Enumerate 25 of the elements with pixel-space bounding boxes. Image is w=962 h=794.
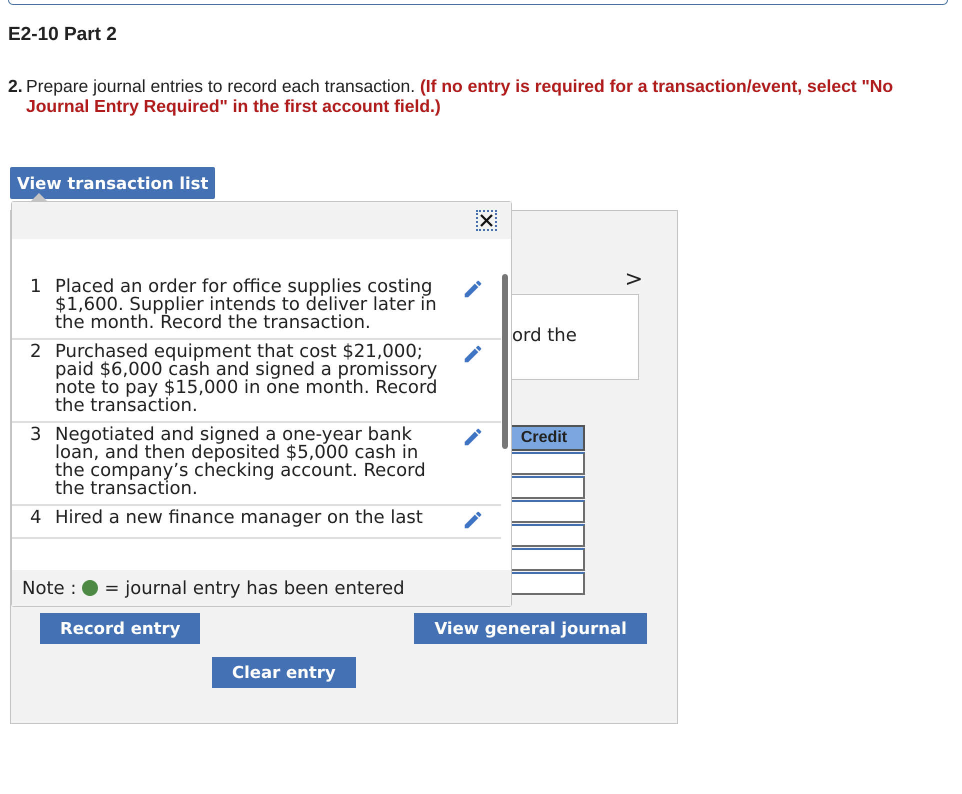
transaction-text: Hired a new finance manager on the last [55, 509, 424, 530]
pencil-icon[interactable] [462, 278, 484, 300]
transaction-text: Negotiated and signed a one-year bank loan, and then deposited $5,000 cash in the company’s checking account. Record the transaction. [55, 426, 427, 498]
close-icon[interactable] [476, 210, 497, 231]
view-general-journal-button[interactable]: View general journal [414, 613, 647, 644]
status-dot-icon [82, 580, 98, 596]
transaction-number: 3 [30, 426, 42, 447]
clear-entry-button[interactable]: Clear entry [212, 657, 356, 688]
legend-label: Note : [22, 578, 76, 598]
record-entry-button[interactable]: Record entry [40, 613, 200, 644]
legend-text: = journal entry has been entered [104, 578, 405, 598]
view-transaction-list-button[interactable]: View transaction list [10, 167, 216, 199]
question-number: 2. [8, 76, 24, 98]
pencil-icon[interactable] [462, 426, 484, 448]
instruction-text: Prepare journal entries to record each transaction. (If no entry is required for a transaction/event, select "No Journal Entry Required" in the first account field.) [26, 76, 894, 116]
next-arrow[interactable]: > [624, 267, 643, 292]
transaction-number: 2 [30, 343, 42, 364]
scrollbar[interactable] [502, 274, 508, 449]
transaction-text: Purchased equipment that cost $21,000; paid $6,000 cash and signed a promissory note to pay $15,000 in one month. Record the transaction. [55, 343, 438, 415]
pencil-icon[interactable] [462, 343, 484, 365]
exercise-title: E2-10 Part 2 [8, 24, 118, 46]
pencil-icon[interactable] [462, 509, 484, 531]
transaction-text: Placed an order for office supplies costing $1,600. Supplier intends to deliver later in the month. Record the transaction. [55, 278, 438, 332]
transaction-number: 4 [30, 509, 42, 530]
transaction-number: 1 [30, 278, 42, 299]
